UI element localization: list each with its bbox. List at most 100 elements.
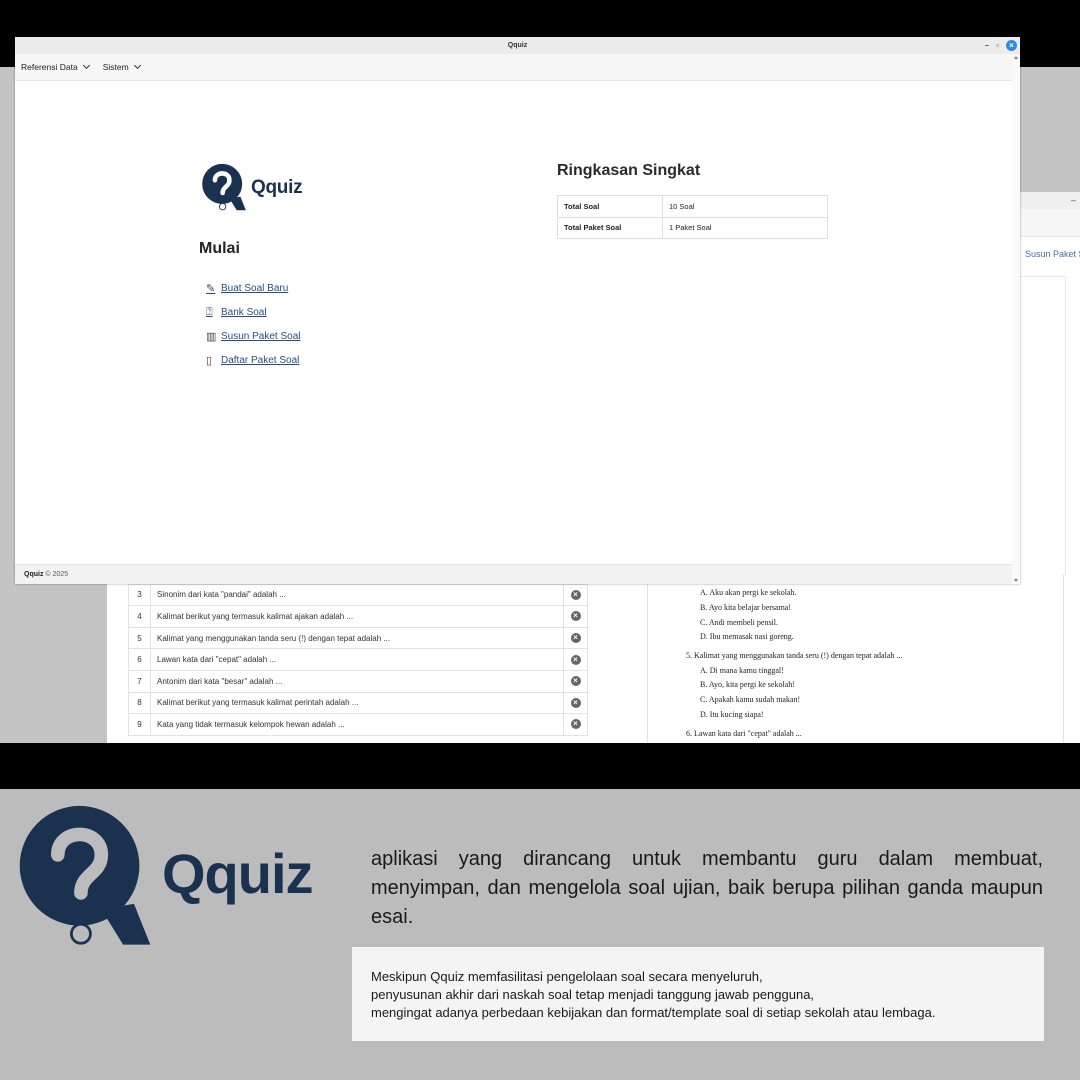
preview-line: B. Ayo, kita pergi ke sekolah! <box>700 680 795 689</box>
link-label: Susun Paket Soal <box>221 330 301 342</box>
question-number: 8 <box>128 691 151 715</box>
summary-key: Total Soal <box>557 195 663 218</box>
preview-line: C. Apakah kamu sudah makan! <box>700 695 801 704</box>
summary-value: 1 Paket Soal <box>662 216 828 239</box>
question-number: 6 <box>128 648 151 671</box>
remove-question-button[interactable]: × <box>563 626 588 650</box>
close-circle-icon: × <box>570 633 581 644</box>
preview-line: A. Aku akan pergi ke sekolah. <box>700 588 797 597</box>
table-row[interactable]: 7 Antonim dari kata "besar" adalah ... × <box>128 669 588 693</box>
table-row: Total Paket Soal 1 Paket Soal <box>557 216 828 239</box>
summary-heading: Ringkasan Singkat <box>557 162 701 179</box>
qquiz-logo-icon <box>202 163 246 211</box>
link-label: Buat Soal Baru <box>221 282 289 294</box>
scroll-down-icon[interactable] <box>1014 579 1018 582</box>
background-window-menubar <box>1019 209 1080 237</box>
question-text: Antonim dari kata "besar" adalah ... <box>150 669 564 693</box>
remove-question-button[interactable]: × <box>563 669 588 693</box>
close-button[interactable]: × <box>1006 40 1017 51</box>
question-text: Kalimat berikut yang termasuk kalimat aj… <box>150 605 564 628</box>
question-text: Sinonim dari kata "pandai" adalah ... <box>150 583 564 607</box>
close-circle-icon: × <box>570 719 581 730</box>
close-circle-icon: × <box>570 676 581 687</box>
table-row[interactable]: 3 Sinonim dari kata "pandai" adalah ... × <box>128 583 588 607</box>
table-row[interactable]: 8 Kalimat berikut yang termasuk kalimat p… <box>128 691 588 715</box>
question-number: 4 <box>128 605 151 628</box>
footer: Qquiz © 2025 <box>15 564 1012 584</box>
question-number: 5 <box>128 626 151 650</box>
menu-referensi-data[interactable]: Referensi Data <box>21 61 90 72</box>
preview-line: A. Di mana kamu tinggal! <box>700 666 784 675</box>
preview-line: 5. Kalimat yang menggunakan tanda seru (… <box>686 651 903 660</box>
chevron-down-icon <box>133 61 141 70</box>
start-heading: Mulai <box>199 240 240 257</box>
link-bank-soal[interactable]: ⍰ Bank Soal <box>206 300 301 324</box>
background-question-view: 2Kata baku dari "tinggal" adalah ...×3Si… <box>107 575 1080 743</box>
menu-bar: Referensi Data Sistem <box>15 54 1020 81</box>
preview-line: D. Itu kucing siapa! <box>700 710 764 719</box>
question-list-table: 2Kata baku dari "tinggal" adalah ...×3Si… <box>128 575 588 736</box>
main-window: Qquiz – ▫ × Referensi Data Sistem Qquiz … <box>15 37 1020 584</box>
footer-copyright: © 2025 <box>45 571 69 578</box>
app-logo: Qquiz <box>201 163 303 213</box>
question-icon: ⍰ <box>206 305 213 318</box>
preview-line: B. Ayo kita belajar bersama! <box>700 603 792 612</box>
close-circle-icon: × <box>570 697 581 708</box>
summary-key: Total Paket Soal <box>557 216 663 239</box>
question-number: 3 <box>128 583 151 607</box>
start-links: ✎ Buat Soal Baru ⍰ Bank Soal ▥ Susun Pak… <box>206 276 301 372</box>
background-tab-label[interactable]: Susun Paket S <box>1025 249 1080 259</box>
preview-line: D. Ibu memasak nasi goreng. <box>700 632 794 641</box>
remove-question-button[interactable]: × <box>563 691 588 715</box>
promo-section: Qquiz aplikasi yang dirancang untuk memb… <box>0 789 1080 1080</box>
remove-question-button[interactable]: × <box>563 583 588 607</box>
chevron-down-icon <box>82 61 90 70</box>
link-susun-paket-soal[interactable]: ▥ Susun Paket Soal <box>206 324 301 348</box>
remove-question-button[interactable]: × <box>563 605 588 628</box>
question-text: Lawan kata dari "cepat" adalah ... <box>150 648 564 671</box>
app-logo-text: Qquiz <box>251 177 303 198</box>
minimize-button[interactable]: – <box>985 37 989 54</box>
maximize-button[interactable]: ▫ <box>996 37 999 54</box>
question-text: Kalimat berikut yang termasuk kalimat pe… <box>150 691 564 715</box>
summary-value: 10 Soal <box>662 195 828 218</box>
note-line: mengingat adanya perbedaan kebijakan dan… <box>371 1005 936 1020</box>
preview-line: 6. Lawan kata dari "cepat" adalah ... <box>686 729 802 738</box>
close-circle-icon: × <box>570 589 581 600</box>
promo-note: Meskipun Qquiz memfasilitasi pengelolaan… <box>352 947 1044 1041</box>
table-row: Total Soal 10 Soal <box>557 195 828 218</box>
close-circle-icon: × <box>570 654 581 665</box>
question-number: 9 <box>128 713 151 736</box>
table-row[interactable]: 6 Lawan kata dari "cepat" adalah ... × <box>128 648 588 671</box>
link-label: Bank Soal <box>221 306 267 318</box>
menu-label: Referensi Data <box>21 62 78 72</box>
preview-line: C. Andi membeli pensil. <box>700 618 778 627</box>
remove-question-button[interactable]: × <box>563 648 588 671</box>
edit-icon: ✎ <box>206 282 216 295</box>
question-text: Kata yang tidak termasuk kelompok hewan … <box>150 713 564 736</box>
summary-table: Total Soal 10 Soal Total Paket Soal 1 Pa… <box>557 195 828 239</box>
link-daftar-paket-soal[interactable]: ▯ Daftar Paket Soal <box>206 348 301 372</box>
table-row[interactable]: 9 Kata yang tidak termasuk kelompok hewan… <box>128 713 588 736</box>
menu-sistem[interactable]: Sistem <box>102 61 141 72</box>
link-label: Daftar Paket Soal <box>221 354 300 366</box>
question-preview-panel: A. Aku akan pergi ke sekolah. B. Ayo kita… <box>647 575 1064 743</box>
qquiz-logo-icon <box>19 805 151 945</box>
question-text: Kalimat yang menggunakan tanda seru (!) … <box>150 626 564 650</box>
scrollbar[interactable] <box>1012 54 1020 584</box>
note-line: penyusunan akhir dari naskah soal tetap … <box>371 987 815 1002</box>
window-titlebar: Qquiz – ▫ × <box>15 37 1020 54</box>
background-window-titlebar: – <box>1019 192 1080 209</box>
table-row[interactable]: 5 Kalimat yang menggunakan tanda seru (!)… <box>128 626 588 650</box>
remove-question-button[interactable]: × <box>563 713 588 736</box>
scroll-up-icon[interactable] <box>1014 56 1018 59</box>
book-icon: ▥ <box>206 330 217 343</box>
menu-label: Sistem <box>102 62 129 72</box>
promo-brand: Qquiz <box>162 842 314 905</box>
link-buat-soal-baru[interactable]: ✎ Buat Soal Baru <box>206 276 301 300</box>
close-circle-icon: × <box>570 611 581 622</box>
note-line: Meskipun Qquiz memfasilitasi pengelolaan… <box>371 969 763 984</box>
table-row[interactable]: 4 Kalimat berikut yang termasuk kalimat a… <box>128 605 588 628</box>
window-title: Qquiz <box>507 42 528 49</box>
question-number: 7 <box>128 669 151 693</box>
